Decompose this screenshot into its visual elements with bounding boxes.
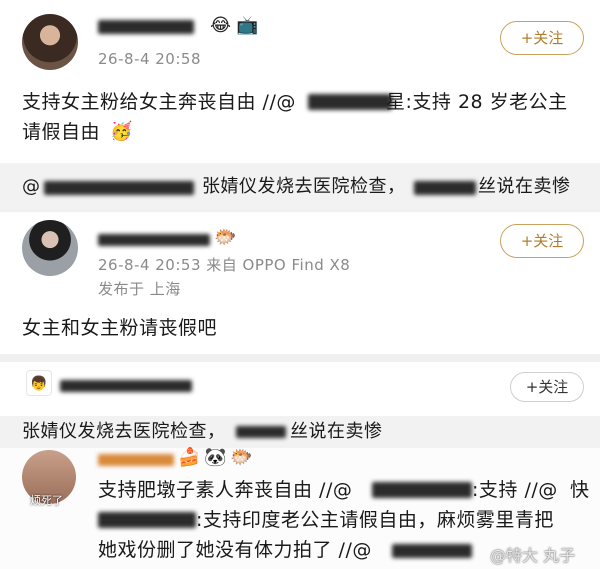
quote-text: 张婧仪发烧去医院检查， <box>22 421 226 442</box>
cartoon-avatar-icon: 👦 <box>30 376 48 392</box>
fish-emoji-icon: 🐡 <box>214 227 237 248</box>
bounce-emoji-icon: 🥳 <box>110 121 133 142</box>
mention-blurred <box>308 94 392 110</box>
quote-strip-2[interactable]: 张婧仪发烧去医院检查， 丝说在卖惨 <box>0 416 600 448</box>
avatar[interactable] <box>22 14 78 70</box>
post-text-line1b: 星:支持 28 岁老公主 <box>386 91 568 113</box>
username-blurred[interactable] <box>60 380 192 392</box>
laugh-emoji-icon: 😂 <box>210 15 232 36</box>
post-card-2: 🐡 26-8-4 20:53 来自 OPPO Find X8 发布于 上海 +关… <box>0 212 600 354</box>
quote-strip-1[interactable]: @ 张婧仪发烧去医院检查， 丝说在卖惨 <box>0 163 600 209</box>
post-text-line1b: :支持 //@ <box>472 479 558 501</box>
cake-emoji-icon: 🍰 <box>178 447 201 468</box>
follow-button[interactable]: +关注 <box>500 21 584 55</box>
post-card-3: 👦 +关注 <box>0 362 600 416</box>
post-time-source: 26-8-4 20:53 来自 OPPO Find X8 <box>98 256 351 274</box>
post-text-line1: 支持肥墩子素人奔丧自由 //@ <box>98 479 353 501</box>
post-time: 26-8-4 20:58 <box>98 50 201 68</box>
avatar-label: 烦死了 <box>30 494 63 507</box>
mention-blurred-3 <box>392 544 472 558</box>
quote-prefix: @ <box>22 176 41 197</box>
post-text: 女主和女主粉请丧假吧 <box>22 317 218 339</box>
follow-button[interactable]: +关注 <box>500 224 584 258</box>
quote-text-end: 丝说在卖惨 <box>290 421 383 442</box>
post-text-line2: :支持印度老公主请假自由，麻烦雾里青把 <box>196 509 554 531</box>
quote-fan-blurred <box>236 426 286 438</box>
watermark: @特大 丸子 <box>490 546 576 565</box>
quote-fan-blurred <box>414 181 476 195</box>
post-text-line1: 支持女主粉给女主奔丧自由 //@ <box>22 91 296 113</box>
quote-text: 张婧仪发烧去医院检查， <box>202 176 406 197</box>
avatar[interactable] <box>22 220 78 276</box>
tv-emoji-icon: 📺 <box>236 15 259 36</box>
post-location: 发布于 上海 <box>98 280 181 298</box>
follow-button[interactable]: +关注 <box>510 372 584 402</box>
post-text-line3: 她戏份删了她没有体力拍了 //@ <box>98 539 372 561</box>
quote-text-end: 丝说在卖惨 <box>478 176 571 197</box>
post-card-1: 😂 📺 26-8-4 20:58 +关注 支持女主粉给女主奔丧自由 //@ 星:… <box>0 0 600 163</box>
username-blurred[interactable] <box>98 234 210 246</box>
username-blurred[interactable] <box>98 454 174 466</box>
quote-user-blurred <box>44 181 194 195</box>
mention-blurred <box>372 482 472 498</box>
post-text-line2: 请假自由 <box>22 121 101 143</box>
post-text-line1c: 快 <box>570 479 590 501</box>
panda-emoji-icon: 🐼 <box>204 447 227 468</box>
mention-blurred-2 <box>98 512 196 528</box>
fish-emoji-icon: 🐡 <box>230 447 253 468</box>
username-blurred[interactable] <box>98 20 194 34</box>
